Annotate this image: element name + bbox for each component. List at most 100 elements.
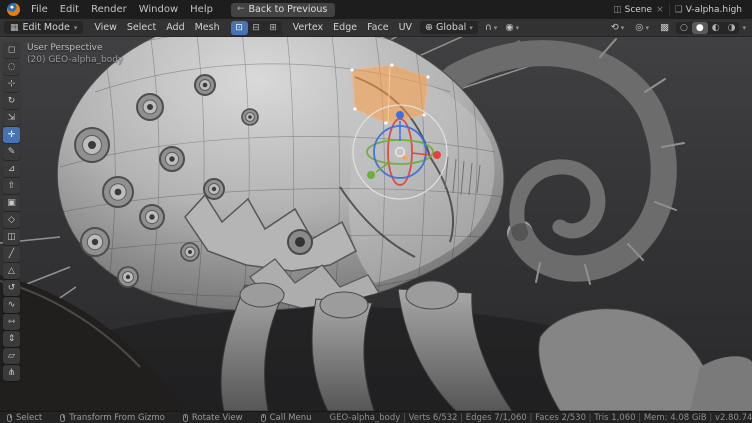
gizmo-z-handle[interactable]	[396, 111, 404, 119]
tool-spin[interactable]: ↺	[3, 280, 20, 296]
xray-toggle[interactable]: ▩	[656, 21, 673, 34]
scene-stat: Mem: 4.08 GiB	[636, 413, 707, 423]
tool-icon: ⇿	[8, 317, 16, 327]
viewport-menu[interactable]: Add	[161, 21, 189, 34]
gizmo-center-handle[interactable]	[396, 148, 405, 157]
view-layer-selector[interactable]: ❏ V-alpha.high	[670, 5, 747, 15]
scene-selector[interactable]: ◫ Scene ×	[608, 5, 669, 15]
topbar-menu[interactable]: Window	[133, 3, 184, 16]
shading-mode-shading-rendered[interactable]: ◑	[724, 22, 740, 34]
tool-icon: △	[8, 266, 15, 276]
tool-cursor[interactable]: ◌	[3, 59, 20, 75]
scene-stat: Faces 2/530	[527, 413, 586, 423]
tool-measure[interactable]: ⊿	[3, 161, 20, 177]
tool-icon: ✎	[8, 147, 16, 157]
tool-shelf: ◻ ◌ ⊹ ↻ ⇲ ✛ ✎ ⊿ ⇧ ▣ ◇ ◫ ╱ △ ↺ ∿ ⇿ ⇕ ▱ ⋔	[3, 42, 20, 381]
tool-move[interactable]: ⊹	[3, 76, 20, 92]
viewport-header: ▦ Edit Mode ▾ View Select Add Mesh ⊡ ⊟ ⊞…	[0, 19, 752, 37]
select-mode-edge-select-mode[interactable]: ⊟	[248, 21, 265, 35]
select-mode-vertex-select-mode[interactable]: ⊡	[231, 21, 248, 35]
scene-icon: ◫	[613, 5, 622, 15]
tool-annotate[interactable]: ✎	[3, 144, 20, 160]
mesh-submenus: Vertex Edge Face UV	[288, 21, 417, 34]
viewport-canvas[interactable]	[0, 37, 752, 411]
tool-icon: ⇧	[8, 181, 16, 191]
topbar-menus: File Edit Render Window Help	[25, 3, 219, 16]
chevron-down-icon: ▾	[74, 24, 78, 32]
magnet-icon: ∩	[485, 22, 492, 33]
viewport-menu[interactable]: Select	[122, 21, 161, 34]
gizmos-toggle[interactable]: ⟲ ▾	[607, 21, 628, 34]
topbar-menu[interactable]: File	[25, 3, 54, 16]
tool-poly-build[interactable]: △	[3, 263, 20, 279]
back-button-label: Back to Previous	[249, 4, 328, 15]
proportional-editing-toggle[interactable]: ◉ ▾	[501, 21, 523, 34]
tool-loop-cut[interactable]: ◫	[3, 229, 20, 245]
tool-icon: ⇲	[8, 113, 16, 123]
select-mode-face-select-mode[interactable]: ⊞	[265, 21, 282, 35]
shading-mode-shading-solid[interactable]: ●	[692, 22, 708, 34]
mesh-submenu[interactable]: Face	[362, 21, 393, 34]
3d-viewport[interactable]: User Perspective (20) GEO-alpha_body	[0, 37, 752, 411]
tool-icon: ◫	[7, 232, 16, 242]
tool-rip-region[interactable]: ⋔	[3, 365, 20, 381]
tool-icon: ▱	[8, 351, 15, 361]
chevron-down-icon: ▾	[516, 24, 520, 32]
snap-toggle[interactable]: ∩ ▾	[481, 21, 501, 34]
viewport-menu[interactable]: Mesh	[190, 21, 225, 34]
tool-knife[interactable]: ╱	[3, 246, 20, 262]
mouse-icon	[60, 414, 65, 422]
mesh-submenu[interactable]: UV	[394, 21, 417, 34]
tool-icon: ◇	[8, 215, 15, 225]
keymap-hint: Rotate View	[183, 413, 243, 423]
viewport-menu[interactable]: View	[89, 21, 122, 34]
gizmo-y-handle[interactable]	[367, 171, 375, 179]
tool-edge-slide[interactable]: ⇿	[3, 314, 20, 330]
shading-mode-shading-material[interactable]: ◐	[708, 22, 724, 34]
mode-selector[interactable]: ▦ Edit Mode ▾	[4, 21, 83, 34]
tool-rotate[interactable]: ↻	[3, 93, 20, 109]
tool-shrink-fatten[interactable]: ⇕	[3, 331, 20, 347]
select-mode-buttons: ⊡ ⊟ ⊞	[231, 21, 282, 35]
orientation-selector[interactable]: ⊕ Global ▾	[420, 21, 478, 34]
tool-extrude-region[interactable]: ⇧	[3, 178, 20, 194]
tool-bevel[interactable]: ◇	[3, 212, 20, 228]
transform-gizmo[interactable]	[353, 105, 447, 199]
chevron-down-icon: ▾	[494, 24, 498, 32]
xray-icon: ▩	[660, 22, 669, 33]
mesh-submenu[interactable]: Edge	[328, 21, 362, 34]
topbar-menu[interactable]: Edit	[54, 3, 85, 16]
view-layer-name: V-alpha.high	[686, 5, 742, 15]
back-to-previous-button[interactable]: ← Back to Previous	[231, 3, 335, 17]
tool-select-box[interactable]: ◻	[3, 42, 20, 58]
keymap-hint-label: Transform From Gizmo	[69, 413, 165, 423]
tool-transform[interactable]: ✛	[3, 127, 20, 143]
keymap-hint-label: Call Menu	[270, 413, 312, 423]
tool-icon: ⊿	[8, 164, 16, 174]
gizmo-x-handle[interactable]	[433, 151, 441, 159]
shading-mode-buttons: ○ ● ◐ ◑	[676, 22, 739, 34]
tool-scale[interactable]: ⇲	[3, 110, 20, 126]
topbar-menu[interactable]: Render	[85, 3, 133, 16]
blender-logo-icon[interactable]	[7, 3, 20, 16]
mesh-submenu[interactable]: Vertex	[288, 21, 329, 34]
tool-icon: ⊹	[8, 79, 16, 89]
tool-icon: ◻	[8, 45, 15, 55]
mode-label: Edit Mode	[23, 22, 70, 33]
tool-smooth[interactable]: ∿	[3, 297, 20, 313]
tool-inset-faces[interactable]: ▣	[3, 195, 20, 211]
tool-shear[interactable]: ▱	[3, 348, 20, 364]
viewport-header-right: ⟲ ▾ ◎ ▾ ▩ ○ ● ◐ ◑ ▾	[607, 21, 748, 34]
chevron-down-icon: ▾	[742, 24, 746, 32]
back-arrow-icon: ←	[237, 4, 245, 14]
edit-mode-icon: ▦	[10, 23, 19, 33]
tool-icon: ↺	[8, 283, 16, 293]
shading-mode-shading-wireframe[interactable]: ○	[676, 22, 692, 34]
tool-icon: ↻	[8, 96, 16, 106]
scene-unlink-icon[interactable]: ×	[655, 5, 664, 15]
topbar-menu[interactable]: Help	[184, 3, 219, 16]
viewport-overlay-text: User Perspective (20) GEO-alpha_body	[27, 42, 123, 66]
overlays-toggle[interactable]: ◎ ▾	[631, 21, 653, 34]
tool-icon: ✛	[8, 130, 16, 140]
tool-icon: ◌	[8, 62, 16, 72]
